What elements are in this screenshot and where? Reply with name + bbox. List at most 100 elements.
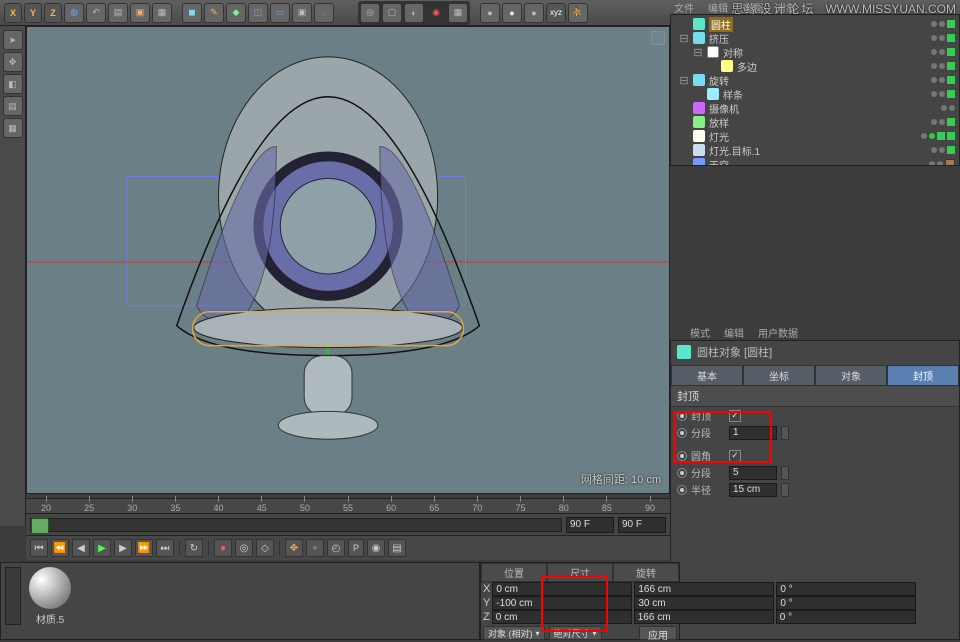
check-icon[interactable]: [947, 90, 955, 98]
light-bulb-icon[interactable]: ◌: [314, 3, 334, 23]
scan-icon[interactable]: ◫: [248, 3, 268, 23]
autokey-button[interactable]: ◎: [235, 539, 253, 557]
pos-field[interactable]: [492, 582, 632, 596]
tag-icon[interactable]: [945, 159, 955, 166]
size-field[interactable]: [634, 610, 774, 624]
move-icon[interactable]: ✥: [3, 52, 23, 72]
attr-menu-userdata[interactable]: 用户数据: [758, 325, 798, 339]
visibility-dot-icon[interactable]: [931, 119, 937, 125]
record-button[interactable]: ●: [214, 539, 232, 557]
size-field[interactable]: [634, 596, 774, 610]
spinner-icon[interactable]: [781, 466, 789, 480]
check-icon[interactable]: [947, 20, 955, 28]
axis-z-button[interactable]: Z: [44, 3, 62, 23]
visibility-dot-icon[interactable]: [939, 119, 945, 125]
render-target-icon[interactable]: ◎: [360, 3, 380, 23]
render-icon[interactable]: ◉: [426, 3, 446, 23]
attr-menu-mode[interactable]: 模式: [690, 325, 710, 339]
object-label[interactable]: 灯光: [709, 129, 729, 144]
object-label[interactable]: 挤压: [709, 31, 729, 46]
move-key-icon[interactable]: ✥: [285, 539, 303, 557]
check-icon[interactable]: [947, 48, 955, 56]
cap-checkbox[interactable]: ✓: [729, 410, 741, 422]
object-label[interactable]: 旋转: [709, 73, 729, 88]
spinner-icon[interactable]: [781, 483, 789, 497]
pla-key-icon[interactable]: ◉: [367, 539, 385, 557]
sphere-white-icon[interactable]: ●: [502, 3, 522, 23]
live-select-icon[interactable]: ➤: [3, 30, 23, 50]
apply-button[interactable]: 应用: [639, 626, 677, 640]
loop-button[interactable]: ↻: [185, 539, 203, 557]
next-frame-button[interactable]: ▶: [114, 539, 132, 557]
goto-start-button[interactable]: ⏮: [30, 539, 48, 557]
tree-row[interactable]: ⊟对称: [675, 45, 955, 59]
camera-icon[interactable]: ▣: [292, 3, 312, 23]
check-icon[interactable]: [947, 76, 955, 84]
visibility-dot-icon[interactable]: [931, 147, 937, 153]
object-label[interactable]: 灯光.目标.1: [709, 143, 760, 158]
tree-row[interactable]: 摄像机: [675, 101, 955, 115]
visibility-dot-icon[interactable]: [931, 63, 937, 69]
tree-row[interactable]: ⊟ 旋转: [675, 73, 955, 87]
goto-end-button[interactable]: ⏭: [156, 539, 174, 557]
timeline-handle[interactable]: [31, 518, 49, 534]
film-icon[interactable]: ▤: [108, 3, 128, 23]
sphere-grey2-icon[interactable]: ●: [524, 3, 544, 23]
tree-row[interactable]: 多边: [675, 59, 955, 73]
tab-cap[interactable]: 封顶: [887, 365, 959, 385]
pos-field[interactable]: [492, 596, 632, 610]
check-icon[interactable]: [947, 118, 955, 126]
tree-row[interactable]: 灯光.目标.1: [675, 143, 955, 157]
tree-row[interactable]: 放样: [675, 115, 955, 129]
tree-row[interactable]: ⊟挤压: [675, 31, 955, 45]
visibility-dot-icon[interactable]: [929, 161, 935, 166]
axis-y-button[interactable]: Y: [24, 3, 42, 23]
check-icon[interactable]: [937, 132, 945, 140]
tree-row[interactable]: 灯光: [675, 129, 955, 143]
coord-mode-dropdown[interactable]: 对象 (相对): [483, 626, 545, 640]
viewport[interactable]: 网格间距: 10 cm: [26, 26, 670, 494]
visibility-dot-icon[interactable]: [921, 133, 927, 139]
workplane-icon[interactable]: ▦: [3, 118, 23, 138]
visibility-dot-icon[interactable]: [949, 105, 955, 111]
config-icon[interactable]: ▦: [152, 3, 172, 23]
size-field[interactable]: [634, 582, 774, 596]
spinner-icon[interactable]: [781, 426, 789, 440]
rot-field[interactable]: [776, 582, 916, 596]
expand-icon[interactable]: ⊟: [679, 74, 689, 87]
object-label[interactable]: 多边: [737, 59, 757, 74]
film-small-icon[interactable]: ▤: [388, 539, 406, 557]
material-item[interactable]: 材质.5: [29, 567, 71, 626]
keyframe-button[interactable]: ◇: [256, 539, 274, 557]
render-settings-icon[interactable]: ▦: [448, 3, 468, 23]
visibility-dot-icon[interactable]: [937, 161, 943, 166]
object-manager[interactable]: 圆柱⊟挤压⊟对称多边⊟旋转样条摄像机放样灯光灯光.目标.1天空L型板: [670, 14, 960, 166]
rot-field[interactable]: [776, 610, 916, 624]
check-icon[interactable]: [947, 62, 955, 70]
tab-coord[interactable]: 坐标: [743, 365, 815, 385]
visibility-dot-icon[interactable]: [939, 21, 945, 27]
tree-row[interactable]: 圆柱: [675, 17, 955, 31]
play-button[interactable]: ▶: [93, 539, 111, 557]
sphere-grey-icon[interactable]: ●: [480, 3, 500, 23]
next-key-button[interactable]: ⏩: [135, 539, 153, 557]
tool-icon[interactable]: ◆: [226, 3, 246, 23]
check-icon[interactable]: [947, 34, 955, 42]
pos-field[interactable]: [492, 610, 632, 624]
tab-basic[interactable]: 基本: [671, 365, 743, 385]
visibility-dot-icon[interactable]: [929, 133, 935, 139]
nav-person-icon[interactable]: ⛹: [568, 3, 588, 23]
rotate-key-icon[interactable]: ◴: [327, 539, 345, 557]
tree-row[interactable]: 天空: [675, 157, 955, 166]
visibility-dot-icon[interactable]: [931, 77, 937, 83]
object-label[interactable]: 对称: [723, 45, 743, 60]
rot-field[interactable]: [776, 596, 916, 610]
clapper-icon[interactable]: ▣: [130, 3, 150, 23]
nav-xyz-icon[interactable]: xyz: [546, 3, 566, 23]
param-key-icon[interactable]: P: [348, 539, 364, 557]
seg2-field[interactable]: [729, 466, 777, 480]
menu-file[interactable]: 文件: [674, 0, 694, 15]
visibility-dot-icon[interactable]: [939, 91, 945, 97]
object-label[interactable]: 放样: [709, 115, 729, 130]
prev-key-button[interactable]: ⏪: [51, 539, 69, 557]
